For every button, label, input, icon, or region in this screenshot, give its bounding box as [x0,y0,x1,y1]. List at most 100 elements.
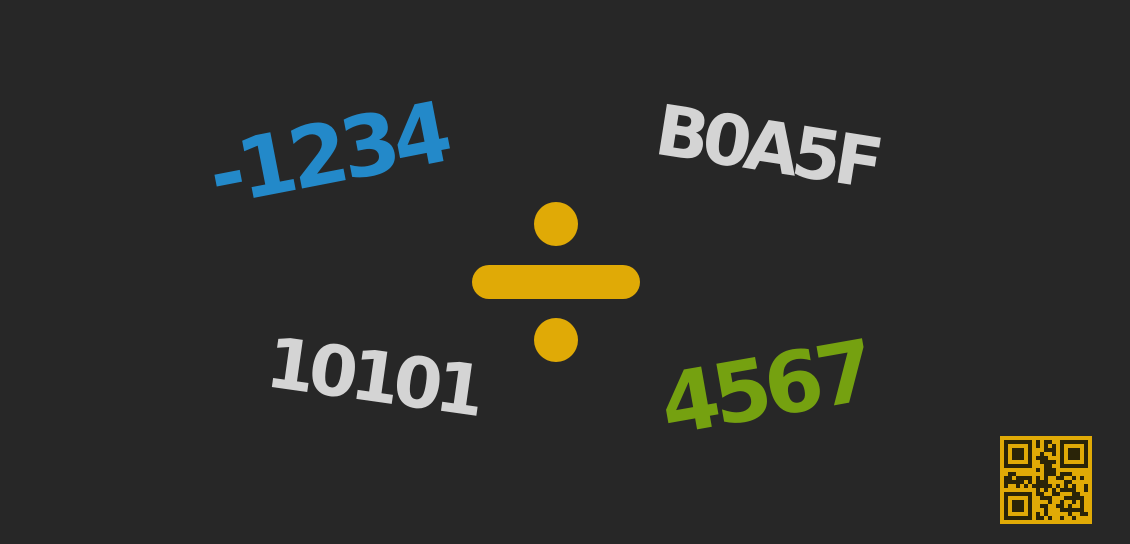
qr-module [1084,452,1088,456]
qr-module [1044,484,1048,488]
qr-module [1072,440,1076,444]
qr-module [1060,444,1064,448]
qr-module [1016,456,1020,460]
qr-module [1036,444,1040,448]
qr-module [1004,456,1008,460]
qr-module [1044,472,1048,476]
canvas: -1234 B0A5F 10101 4567 [0,0,1130,544]
qr-module [1012,464,1016,468]
qr-module [1020,476,1024,480]
qr-module [1064,480,1068,484]
division-sign-icon [472,202,640,362]
qr-module [1048,496,1052,500]
qr-module [1028,476,1032,480]
qr-module [1068,488,1072,492]
qr-module [1080,440,1084,444]
qr-module [1056,484,1060,488]
qr-module [1068,452,1072,456]
qr-module [1048,472,1052,476]
qr-module [1048,460,1052,464]
qr-module [1076,440,1080,444]
qr-module [1028,456,1032,460]
qr-module [1008,440,1012,444]
qr-module [1020,456,1024,460]
qr-module [1012,492,1016,496]
qr-module [1024,516,1028,520]
qr-module [1040,452,1044,456]
qr-module [1048,516,1052,520]
qr-module [1004,496,1008,500]
qr-module [1044,480,1048,484]
qr-module [1020,440,1024,444]
qr-module [1052,460,1056,464]
qr-module [1012,500,1016,504]
qr-module [1020,504,1024,508]
qr-module [1072,496,1076,500]
qr-module [1028,464,1032,468]
qr-module [1060,500,1064,504]
qr-module [1036,516,1040,520]
qr-module [1016,500,1020,504]
qr-module [1004,476,1008,480]
qr-module [1008,472,1012,476]
qr-module [1072,452,1076,456]
qr-module [1072,500,1076,504]
qr-module [1040,504,1044,508]
qr-module [1024,440,1028,444]
qr-module [1080,508,1084,512]
qr-module [1020,480,1024,484]
qr-module [1072,448,1076,452]
qr-module [1048,448,1052,452]
qr-module [1072,492,1076,496]
qr-module [1052,488,1056,492]
qr-module [1084,484,1088,488]
qr-module [1076,464,1080,468]
qr-module [1004,516,1008,520]
qr-module [1068,508,1072,512]
qr-module [1040,484,1044,488]
qr-module [1064,464,1068,468]
qr-modules [1004,440,1088,520]
qr-module [1044,464,1048,468]
qr-module [1024,464,1028,468]
qr-module [1076,448,1080,452]
qr-module [1052,492,1056,496]
qr-module [1008,480,1012,484]
qr-module [1060,504,1064,508]
qr-module [1020,464,1024,468]
qr-module [1036,512,1040,516]
qr-module [1044,468,1048,472]
qr-module [1084,512,1088,516]
qr-module [1040,492,1044,496]
qr-module [1048,468,1052,472]
qr-module [1076,508,1080,512]
qr-module [1044,440,1048,444]
qr-module [1080,500,1084,504]
qr-module [1036,456,1040,460]
qr-module [1004,492,1008,496]
qr-module [1020,492,1024,496]
qr-module [1060,460,1064,464]
qr-module [1060,488,1064,492]
qr-module [1052,444,1056,448]
qr-module [1028,504,1032,508]
qr-module [1012,516,1016,520]
qr-module [1004,464,1008,468]
qr-module [1004,484,1008,488]
qr-module [1048,500,1052,504]
qr-module [1064,440,1068,444]
qr-module [1016,484,1020,488]
qr-module [1064,472,1068,476]
qr-module [1080,504,1084,508]
qr-module [1084,460,1088,464]
qr-module [1080,512,1084,516]
qr-module [1004,452,1008,456]
qr-module [1040,496,1044,500]
number-negative-decimal: -1234 [200,83,454,225]
qr-module [1024,492,1028,496]
qr-module [1004,480,1008,484]
qr-module [1084,444,1088,448]
qr-module [1068,472,1072,476]
qr-module [1084,456,1088,460]
qr-module [1028,440,1032,444]
